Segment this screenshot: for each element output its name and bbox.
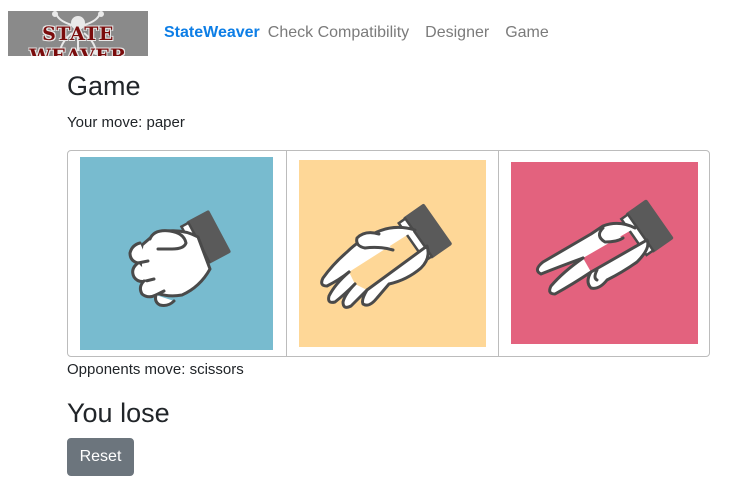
logo-text: STATE WEAVER [29,23,127,56]
logo[interactable]: STATE WEAVER [8,11,148,56]
opponent-move-label: Opponents move: scissors [67,361,244,378]
top-nav: StateWeaver Check Compatibility Designer… [164,24,565,42]
paper-tile[interactable] [299,160,486,347]
fist-hand-icon [128,210,231,307]
move-choices [67,150,710,357]
nav-link-game[interactable]: Game [505,24,549,42]
scissors-tile[interactable] [511,162,698,344]
choice-scissors[interactable] [498,151,709,356]
choice-paper[interactable] [286,151,498,356]
your-move-label: Your move: paper [67,114,185,131]
reset-button[interactable]: Reset [67,438,134,476]
page-title: Game [67,71,141,101]
nav-brand[interactable]: StateWeaver [164,24,260,42]
rock-tile[interactable] [80,157,273,350]
nav-link-designer[interactable]: Designer [425,24,489,42]
open-hand-icon [320,203,452,309]
nav-link-check-compatibility[interactable]: Check Compatibility [268,24,409,42]
game-result: You lose [67,398,170,428]
choice-rock[interactable] [68,151,286,356]
peace-sign-hand-icon [536,199,674,296]
